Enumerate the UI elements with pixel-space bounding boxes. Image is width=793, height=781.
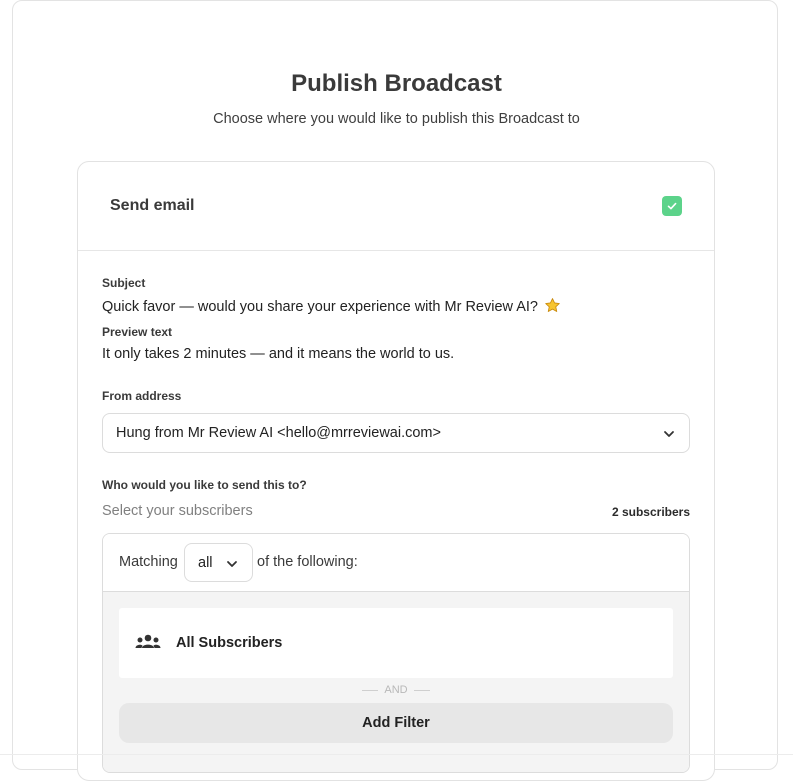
separator-line	[413, 689, 430, 691]
and-separator: AND	[103, 684, 689, 696]
filter-builder: Matching all of the following: All Subsc…	[102, 533, 690, 773]
users-group-icon	[135, 634, 161, 648]
matching-value: all	[198, 555, 213, 571]
subject-value: Quick favor — would you share your exper…	[102, 297, 561, 318]
preview-value: It only takes 2 minutes — and it means t…	[102, 346, 455, 362]
add-filter-button[interactable]: Add Filter	[119, 703, 673, 743]
filter-body: All Subscribers AND Add Filter	[103, 592, 689, 772]
segment-all-subscribers[interactable]: All Subscribers	[119, 608, 673, 678]
recipients-label: Who would you like to send this to?	[102, 478, 307, 492]
subscriber-select-placeholder[interactable]: Select your subscribers	[102, 503, 253, 519]
send-email-label: Send email	[110, 197, 195, 214]
check-icon	[667, 202, 677, 210]
separator-line	[362, 689, 379, 691]
star-icon	[544, 297, 561, 318]
segment-label: All Subscribers	[176, 635, 283, 651]
matching-suffix: of the following:	[257, 554, 358, 570]
from-address-label: From address	[102, 389, 182, 403]
subject-label: Subject	[102, 276, 146, 290]
chevron-down-icon	[227, 561, 237, 567]
matching-select[interactable]: all	[184, 543, 253, 582]
chevron-down-icon	[664, 431, 674, 437]
matching-row: Matching all of the following:	[103, 534, 689, 592]
send-email-checkbox[interactable]	[662, 196, 682, 216]
matching-prefix: Matching	[119, 554, 178, 570]
subscriber-count: 2 subscribers	[611, 505, 690, 519]
page-title: Publish Broadcast	[291, 70, 502, 97]
subject-text: Quick favor — would you share your exper…	[102, 299, 538, 315]
from-address-value: Hung from Mr Review AI <hello@mrreviewai…	[116, 425, 441, 441]
preview-label: Preview text	[102, 325, 173, 339]
send-email-header[interactable]: Send email	[78, 162, 714, 251]
page-subtitle: Choose where you would like to publish t…	[213, 111, 580, 127]
from-address-select[interactable]: Hung from Mr Review AI <hello@mrreviewai…	[102, 413, 690, 453]
and-label: AND	[384, 684, 408, 696]
bottom-divider	[0, 754, 793, 755]
